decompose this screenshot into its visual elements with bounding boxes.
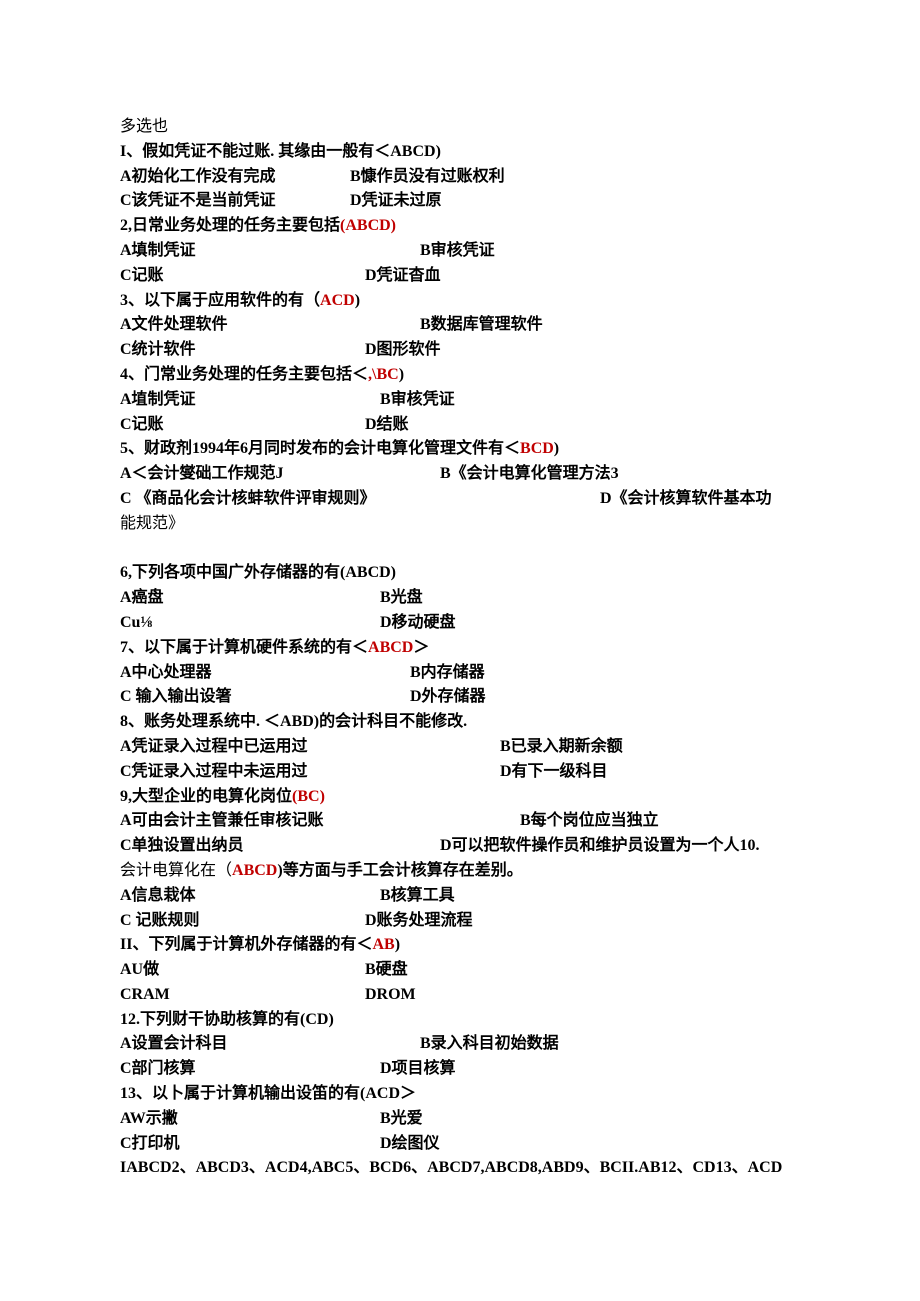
q10-stem: 会计电算化在（ABCD)等方面与手工会计核算存在差别。 — [120, 859, 800, 884]
q10-opt-d: D账务处理流程 — [365, 912, 473, 929]
q1-row-cd: C该凭证不是当前凭证 D凭证未过原 — [120, 189, 800, 214]
q5-d-cont: 能规范》 — [120, 512, 800, 537]
q12-row-cd: C部门核算 D项目核算 — [120, 1057, 800, 1082]
q11-row-cd: CRAM DROM — [120, 983, 800, 1008]
q9-opt-d: D可以把软件操作员和维护员设置为一个人10. — [440, 837, 760, 854]
q2-opt-b: B审核凭证 — [420, 242, 495, 259]
q12-opt-d: D项目核算 — [380, 1060, 456, 1077]
q4-row-ab: A埴制凭证 B审核凭证 — [120, 388, 800, 413]
q2-opt-a: A填制凭证 — [120, 242, 196, 259]
q4-row-cd: C记账 D结账 — [120, 413, 800, 438]
q9-stem: 9,大型企业的电算化岗位(BC) — [120, 785, 800, 810]
q13-opt-d: D绘图仪 — [380, 1135, 440, 1152]
q3-opt-d: D图形软件 — [365, 341, 441, 358]
q13-opt-b: B光爱 — [380, 1110, 423, 1127]
q7-opt-b: B内存储器 — [410, 664, 485, 681]
q9-opt-b: B每个岗位应当独立 — [520, 812, 659, 829]
q13-opt-c: C打印机 — [120, 1135, 180, 1152]
q3-opt-b: B数据库管理软件 — [420, 316, 543, 333]
q11-opt-a: AU做 — [120, 961, 159, 978]
q9-row-cd: C单独设置出纳员 D可以把软件操作员和维护员设置为一个人10. — [120, 834, 800, 859]
q6-row-ab: A癌盘 B光盘 — [120, 586, 800, 611]
q8-opt-c: C凭证录入过程中未运用过 — [120, 763, 308, 780]
q4-stem: 4、门常业务处理的任务主要包括＜,\BC) — [120, 363, 800, 388]
q1-opt-c: C该凭证不是当前凭证 — [120, 192, 276, 209]
q8-stem: 8、账务处理系统中. ＜ABD)的会计科目不能修改. — [120, 710, 800, 735]
q11-opt-d: DROM — [365, 986, 416, 1003]
q1-opt-a: A初始化工作没有完成 — [120, 168, 276, 185]
q6-opt-a: A癌盘 — [120, 589, 164, 606]
q10-row-ab: A信息栽体 B核算工具 — [120, 884, 800, 909]
q6-row-cd: Cu⅛ D移动硬盘 — [120, 611, 800, 636]
q2-row-cd: C记账 D凭证杳血 — [120, 264, 800, 289]
document-page: 多选也 I、假如凭证不能过账. 其缘由一般有＜ABCD) A初始化工作没有完成 … — [0, 0, 920, 1301]
q11-row-ab: AU做 B硬盘 — [120, 958, 800, 983]
q6-opt-c: Cu⅛ — [120, 614, 152, 631]
q2-row-ab: A填制凭证 B审核凭证 — [120, 239, 800, 264]
q3-row-ab: A文件处理软件 B数据库管理软件 — [120, 313, 800, 338]
q4-opt-a: A埴制凭证 — [120, 391, 196, 408]
q4-opt-d: D结账 — [365, 416, 409, 433]
q5-stem: 5、财政剂1994年6月同时发布的会计电算化管理文件有＜BCD) — [120, 437, 800, 462]
q5-opt-c: C 《商品化会计核蚌软件评审规则》 — [120, 490, 376, 507]
q9-row-ab: A可由会计主管兼任审核记账 B每个岗位应当独立 — [120, 809, 800, 834]
q8-row-cd: C凭证录入过程中未运用过 D有下一级科目 — [120, 760, 800, 785]
q2-opt-d: D凭证杳血 — [365, 267, 441, 284]
q5-opt-d: D《会计核算软件基本功 — [600, 490, 772, 507]
q1-row-ab: A初始化工作没有完成 B慷作员没有过账权利 — [120, 165, 800, 190]
q13-opt-a: AW示撇 — [120, 1110, 178, 1127]
q13-stem: 13、以卜属于计算机输出设笛的有(ACD＞ — [120, 1082, 800, 1107]
q12-row-ab: A设置会计科目 B录入科目初始数据 — [120, 1032, 800, 1057]
q10-opt-b: B核算工具 — [380, 887, 455, 904]
q12-opt-b: B录入科目初始数据 — [420, 1035, 559, 1052]
q4-opt-c: C记账 — [120, 416, 164, 433]
q7-opt-a: A中心处理器 — [120, 664, 212, 681]
q1-stem: I、假如凭证不能过账. 其缘由一般有＜ABCD) — [120, 140, 800, 165]
q1-opt-b: B慷作员没有过账权利 — [350, 168, 505, 185]
q13-row-ab: AW示撇 B光爱 — [120, 1107, 800, 1132]
q10-row-cd: C 记账规则 D账务处理流程 — [120, 909, 800, 934]
q11-opt-b: B硬盘 — [365, 961, 408, 978]
q8-opt-a: A凭证录入过程中已运用过 — [120, 738, 308, 755]
q7-row-cd: C 输入输出设箸 D外存储器 — [120, 685, 800, 710]
q9-opt-a: A可由会计主管兼任审核记账 — [120, 812, 324, 829]
q3-row-cd: C统计软件 D图形软件 — [120, 338, 800, 363]
q8-opt-b: B已录入期新余额 — [500, 738, 623, 755]
q6-stem: 6,下列各项中国广外存储器的有(ABCD) — [120, 561, 800, 586]
q12-opt-c: C部门核算 — [120, 1060, 196, 1077]
q11-stem: II、下列属于计算机外存储器的有＜AB) — [120, 933, 800, 958]
q2-stem: 2,日常业务处理的任务主要包括(ABCD) — [120, 214, 800, 239]
q5-opt-a: A＜会计燮础工作规范J — [120, 465, 284, 482]
answer-key: IABCD2、ABCD3、ACD4,ABC5、BCD6、ABCD7,ABCD8,… — [120, 1156, 800, 1181]
q5-opt-b: B《会计电算化管理方法3 — [440, 465, 619, 482]
q2-opt-c: C记账 — [120, 267, 164, 284]
q12-stem: 12.下列财干协助核算的有(CD) — [120, 1008, 800, 1033]
q9-opt-c: C单独设置出纳员 — [120, 837, 244, 854]
q7-row-ab: A中心处理器 B内存储器 — [120, 661, 800, 686]
q10-opt-a: A信息栽体 — [120, 887, 196, 904]
q8-opt-d: D有下一级科目 — [500, 763, 608, 780]
q12-opt-a: A设置会计科目 — [120, 1035, 228, 1052]
blank — [120, 537, 800, 562]
q5-row-ab: A＜会计燮础工作规范J B《会计电算化管理方法3 — [120, 462, 800, 487]
q7-opt-d: D外存储器 — [410, 688, 486, 705]
q13-row-cd: C打印机 D绘图仪 — [120, 1132, 800, 1157]
q3-opt-c: C统计软件 — [120, 341, 196, 358]
q3-stem: 3、以下属于应用软件的有（ACD) — [120, 289, 800, 314]
q6-opt-b: B光盘 — [380, 589, 423, 606]
q1-opt-d: D凭证未过原 — [350, 192, 442, 209]
q7-stem: 7、以下属于计算机硬件系统的有＜ABCD＞ — [120, 636, 800, 661]
q10-opt-c: C 记账规则 — [120, 912, 200, 929]
q3-opt-a: A文件处理软件 — [120, 316, 228, 333]
q5-row-cd: C 《商品化会计核蚌软件评审规则》 D《会计核算软件基本功 — [120, 487, 800, 512]
q6-opt-d: D移动硬盘 — [380, 614, 456, 631]
q4-opt-b: B审核凭证 — [380, 391, 455, 408]
q7-opt-c: C 输入输出设箸 — [120, 688, 232, 705]
q11-opt-c: CRAM — [120, 986, 170, 1003]
q8-row-ab: A凭证录入过程中已运用过 B已录入期新余额 — [120, 735, 800, 760]
title: 多选也 — [120, 115, 800, 140]
